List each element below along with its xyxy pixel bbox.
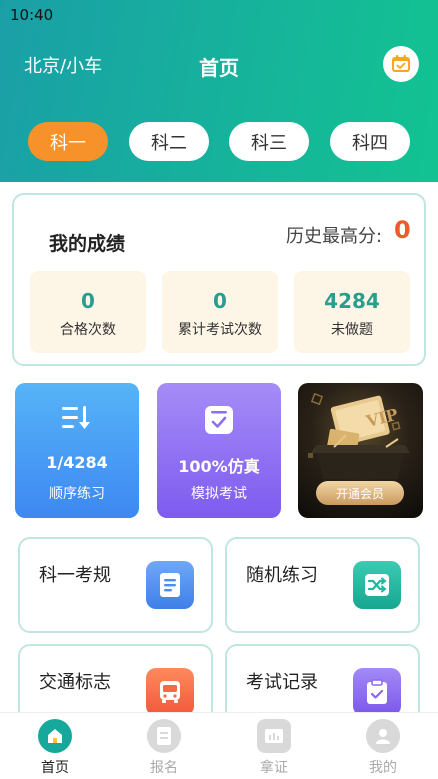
nav-home[interactable]: 首页 [15, 719, 95, 777]
status-time: 10:40 [10, 6, 54, 24]
nav-label: 报名 [150, 760, 178, 776]
calendar-icon [392, 55, 410, 72]
user-icon [366, 719, 400, 753]
mock-exam-title: 100%仿真 [178, 457, 260, 476]
tile-subject-rules[interactable]: 科一考规 [18, 537, 213, 633]
tile-label: 交通标志 [39, 672, 111, 693]
nav-label: 我的 [369, 760, 397, 776]
certificate-icon [257, 719, 291, 753]
stat-value: 0 [213, 289, 227, 313]
tile-random-practice[interactable]: 随机练习 [225, 537, 420, 633]
shuffle-icon [353, 561, 401, 609]
nav-profile[interactable]: 我的 [343, 719, 423, 777]
stat-value: 4284 [324, 289, 380, 313]
stat-label: 累计考试次数 [178, 322, 262, 338]
mock-exam-label: 模拟考试 [191, 486, 247, 502]
tile-label: 随机练习 [246, 565, 318, 586]
exam-sheet-icon [202, 403, 236, 441]
nav-license[interactable]: 拿证 [234, 719, 314, 777]
stat-undone-count[interactable]: 4284 未做题 [294, 271, 410, 353]
sequential-practice-card[interactable]: 1/4284 顺序练习 [15, 383, 139, 518]
bottom-nav: 首页 报名 拿证 我的 [0, 712, 438, 779]
vip-banner[interactable]: VIP 开通会员 [298, 383, 423, 518]
open-vip-button[interactable]: 开通会员 [316, 481, 404, 505]
tab-subject-3[interactable]: 科三 [229, 122, 309, 161]
mock-exam-card[interactable]: 100%仿真 模拟考试 [157, 383, 281, 518]
home-icon [38, 719, 72, 753]
header: 10:40 北京/小车 首页 科一 科二 科三 科四 [0, 0, 438, 182]
calendar-button[interactable] [383, 46, 419, 82]
form-icon [147, 719, 181, 753]
score-title: 我的成绩 [49, 233, 126, 255]
tab-subject-1[interactable]: 科一 [28, 122, 108, 161]
tab-subject-2[interactable]: 科二 [129, 122, 209, 161]
best-score-label: 历史最高分: [286, 226, 383, 247]
nav-signup[interactable]: 报名 [124, 719, 204, 777]
bus-icon [146, 668, 194, 716]
clipboard-icon [353, 668, 401, 716]
document-icon [146, 561, 194, 609]
sequential-label: 顺序练习 [49, 486, 105, 502]
stat-pass-count[interactable]: 0 合格次数 [30, 271, 146, 353]
stat-label: 合格次数 [60, 322, 116, 338]
page-title: 首页 [199, 56, 239, 80]
nav-label: 首页 [41, 760, 69, 776]
tab-subject-4[interactable]: 科四 [330, 122, 410, 161]
sequential-progress: 1/4284 [46, 453, 108, 472]
tile-label: 科一考规 [39, 565, 111, 586]
stat-value: 0 [81, 289, 95, 313]
stat-exam-count[interactable]: 0 累计考试次数 [162, 271, 278, 353]
list-sort-icon [60, 403, 94, 437]
score-card: 我的成绩 历史最高分: 0 0 合格次数 0 累计考试次数 4284 未做题 [12, 193, 426, 366]
nav-label: 拿证 [260, 760, 288, 776]
best-score-value: 0 [394, 216, 411, 244]
tile-label: 考试记录 [246, 672, 318, 693]
stat-label: 未做题 [331, 322, 373, 338]
